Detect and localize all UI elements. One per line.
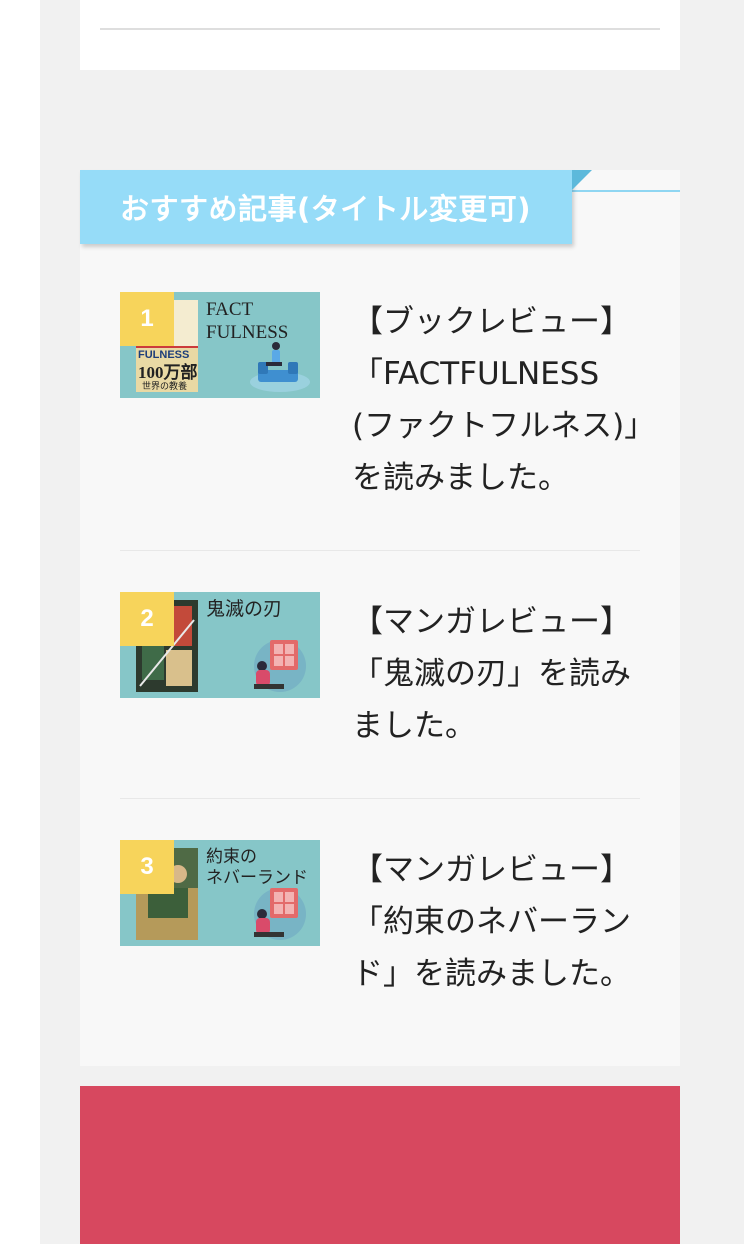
article-thumbnail[interactable]: FULNESS 100万部 世界の教養 FACT FULNESS 1 xyxy=(120,292,320,398)
rank-badge: 1 xyxy=(120,292,174,346)
article-item-3[interactable]: 約束の ネバーランド 3 【マンガレビュー】「約束のネバーランド」を読みました。 xyxy=(120,840,640,1000)
thumbnail-caption: 鬼滅の刃 xyxy=(206,599,283,620)
previous-widget-card xyxy=(80,0,680,70)
thumbnail-caption: 約束の ネバーランド xyxy=(206,847,308,887)
article-thumbnail[interactable]: 約束の ネバーランド 3 xyxy=(120,840,320,946)
svg-text:FULNESS: FULNESS xyxy=(138,349,189,361)
widget-title: おすすめ記事(タイトル変更可) xyxy=(120,192,532,226)
widget-title-bar: おすすめ記事(タイトル変更可) xyxy=(80,170,592,244)
article-title-link[interactable]: 【マンガレビュー】「約束のネバーランド」を読みました。 xyxy=(352,844,640,1000)
divider xyxy=(100,28,660,30)
next-widget-block xyxy=(80,1086,680,1244)
article-title-link[interactable]: 【マンガレビュー】「鬼滅の刃」を読みました。 xyxy=(352,596,640,752)
recommended-articles-widget: おすすめ記事(タイトル変更可) FULNESS 100万部 世界の教養 FACT… xyxy=(80,170,680,1066)
article-divider xyxy=(120,550,640,551)
svg-text:100万部: 100万部 xyxy=(138,362,198,382)
person-at-window-illustration xyxy=(254,640,306,692)
article-title-link[interactable]: 【ブックレビュー】「FACTFULNESS(ファクトフルネス)」を読みました。 xyxy=(352,296,640,504)
article-item-2[interactable]: 鬼滅の刃 2 【マンガレビュー】「鬼滅の刃」を読みました。 xyxy=(120,592,640,752)
article-divider xyxy=(120,798,640,799)
article-item-1[interactable]: FULNESS 100万部 世界の教養 FACT FULNESS 1 【ブックレ… xyxy=(120,292,640,504)
rank-badge: 2 xyxy=(120,592,174,646)
rank-badge: 3 xyxy=(120,840,174,894)
person-at-window-illustration xyxy=(254,888,306,940)
ribbon-fold-shape xyxy=(572,170,592,190)
person-on-sofa-illustration xyxy=(250,342,310,392)
article-thumbnail[interactable]: 鬼滅の刃 2 xyxy=(120,592,320,698)
svg-text:世界の教養: 世界の教養 xyxy=(142,380,187,391)
